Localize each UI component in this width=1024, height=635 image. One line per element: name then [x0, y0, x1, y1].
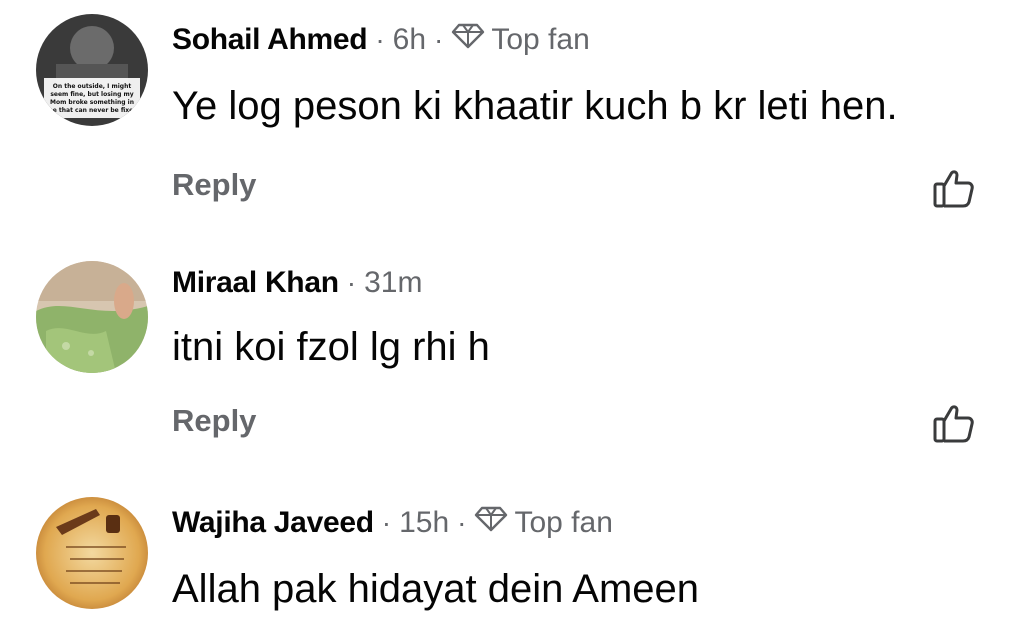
top-fan-badge: Top fan: [451, 23, 590, 57]
timestamp[interactable]: 31m: [364, 266, 422, 300]
svg-text:Mom broke something in: Mom broke something in: [50, 99, 134, 106]
reply-button[interactable]: Reply: [172, 403, 256, 439]
comment-item: On the outside, I might seem fine, but l…: [0, 0, 1024, 235]
separator-dot: ·: [457, 507, 467, 538]
diamond-icon: [474, 506, 514, 540]
reply-button[interactable]: Reply: [172, 167, 256, 203]
comment-item: Wajiha Javeed · 15h · Top fan Allah pak …: [0, 475, 1024, 635]
badge-label: Top fan: [491, 23, 590, 56]
comment-header: Sohail Ahmed · 6h · Top fan: [172, 18, 590, 62]
comment-text: Ye log peson ki khaatir kuch b kr leti h…: [172, 84, 898, 128]
timestamp[interactable]: 15h: [399, 506, 449, 540]
comment-item: Miraal Khan · 31m itni koi fzol lg rhi h…: [0, 235, 1024, 475]
svg-text:me that can never be fixed: me that can never be fixed: [46, 107, 137, 114]
author-name[interactable]: Sohail Ahmed: [172, 23, 368, 57]
thumbs-up-icon[interactable]: [930, 164, 978, 212]
separator-dot: ·: [381, 507, 392, 538]
comment-header: Miraal Khan · 31m: [172, 261, 422, 305]
avatar[interactable]: [36, 261, 148, 373]
badge-label: Top fan: [514, 506, 613, 539]
diamond-icon: [451, 23, 491, 57]
separator-dot: ·: [346, 267, 357, 298]
comment-text: Allah pak hidayat dein Ameen: [172, 567, 700, 611]
author-name[interactable]: Wajiha Javeed: [172, 506, 374, 540]
top-fan-badge: Top fan: [474, 506, 613, 540]
avatar[interactable]: On the outside, I might seem fine, but l…: [36, 14, 148, 126]
svg-text:seem fine, but losing my: seem fine, but losing my: [50, 91, 133, 98]
author-name[interactable]: Miraal Khan: [172, 266, 339, 300]
separator-dot: ·: [434, 24, 444, 55]
comment-header: Wajiha Javeed · 15h · Top fan: [172, 501, 613, 545]
comment-text: itni koi fzol lg rhi h: [172, 325, 490, 369]
timestamp[interactable]: 6h: [393, 23, 426, 57]
thumbs-up-icon[interactable]: [930, 399, 978, 447]
svg-text:On the outside, I might: On the outside, I might: [53, 83, 132, 90]
avatar[interactable]: [36, 497, 148, 609]
separator-dot: ·: [375, 24, 385, 55]
